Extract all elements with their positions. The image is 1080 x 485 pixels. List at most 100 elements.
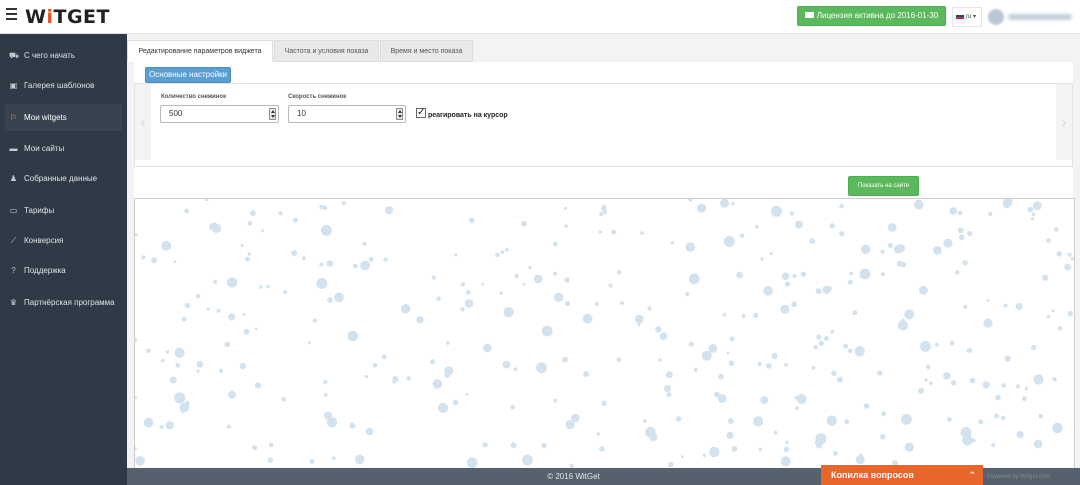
snowflake (599, 212, 604, 217)
sidebar-item-my-sites[interactable]: ▬ Мои сайты (5, 135, 122, 162)
snowflake (708, 344, 718, 353)
snowflake (693, 367, 698, 372)
snowflake (465, 289, 471, 295)
snowflake (880, 272, 885, 277)
snowflake (833, 450, 838, 456)
subtab-basic-settings[interactable]: Основные настройки (145, 67, 231, 83)
snowflake (736, 271, 744, 279)
snowflake (1027, 206, 1034, 213)
sidebar-item-start[interactable]: ⛟ С чего начать (5, 42, 122, 69)
snowflake (815, 288, 822, 295)
snowflake (720, 199, 730, 208)
user-menu[interactable] (988, 8, 1076, 26)
snowflake (794, 406, 799, 410)
snowflake (897, 320, 909, 331)
snowflake (829, 223, 835, 229)
snowflake (460, 282, 466, 287)
snowflake (564, 278, 569, 283)
snow-speed-input[interactable]: 10 (288, 105, 406, 123)
snow-count-input[interactable]: 500 (160, 105, 279, 123)
snowflake (784, 281, 791, 287)
chevron-up-icon[interactable]: ⌃ (968, 465, 976, 485)
snowflake (564, 206, 568, 210)
snowflake (349, 422, 356, 429)
snowflake (904, 442, 914, 452)
settings-panel: Основные настройки ‹ › Количество снежин… (134, 62, 1073, 202)
snowflake (368, 257, 374, 262)
snowflake (969, 377, 976, 384)
snowflake (553, 241, 558, 247)
snowflake (1024, 387, 1029, 391)
snowflake (503, 307, 514, 318)
snowflake (658, 358, 662, 362)
cursor-react-checkbox[interactable]: ✓ (416, 108, 426, 118)
stepper-icon[interactable] (396, 108, 403, 120)
snowflake (859, 268, 871, 280)
snowflake (307, 341, 311, 345)
snowflake (688, 341, 694, 347)
snowflake (135, 456, 145, 466)
tab-frequency[interactable]: Частота и условия показа (274, 40, 379, 62)
snowflake (341, 201, 346, 206)
snowflake (1032, 201, 1042, 211)
snowflake (1033, 374, 1044, 385)
snowflake (967, 230, 973, 237)
sidebar-item-partners[interactable]: ♛ Партнёрская программа (5, 289, 122, 316)
sidebar-item-label: Конверсия (24, 236, 64, 245)
main-content: Редактирование параметров виджета Частот… (127, 34, 1080, 469)
language-code: ru (966, 14, 972, 20)
sidebar-item-gallery[interactable]: ▣ Галерея шаблонов (5, 72, 122, 99)
snowflake (243, 328, 250, 335)
question-icon: ? (11, 266, 16, 275)
logo[interactable]: WiTGET (25, 6, 110, 28)
menu-toggle-icon[interactable] (6, 8, 18, 20)
snowflake (582, 313, 593, 324)
chevron-left-icon[interactable]: ‹ (135, 84, 151, 160)
snowflake (928, 381, 933, 385)
questions-widget[interactable]: Копилка вопросов ⌃ (821, 465, 983, 485)
snowflake (983, 318, 993, 328)
snowflake (495, 252, 500, 258)
sidebar-item-label: Галерея шаблонов (24, 81, 95, 90)
snowflake (247, 220, 253, 226)
sidebar-item-conversion[interactable]: ⟋ Конверсия (5, 227, 122, 254)
snowflake (934, 342, 939, 347)
snowflake (464, 299, 474, 308)
snowflake (319, 262, 324, 267)
snowflake (533, 274, 543, 284)
snowflake (430, 359, 436, 365)
tab-widget-params[interactable]: Редактирование параметров виджета (127, 40, 273, 62)
snowflake (432, 379, 443, 389)
snowflake (836, 376, 843, 383)
snowflake (159, 424, 164, 429)
sidebar-item-collected-data[interactable]: ♟ Собранные данные (5, 165, 122, 192)
snowflake (739, 233, 745, 238)
widget-preview (134, 198, 1075, 469)
snowflake (196, 293, 201, 299)
snowflake (1015, 302, 1023, 311)
sidebar-item-my-witgets[interactable]: ⚐ Мои witgets (5, 104, 122, 131)
snowflake (855, 455, 865, 465)
stepper-icon[interactable] (269, 108, 276, 120)
show-on-site-button[interactable]: Показать на сайте (848, 176, 919, 196)
sidebar-item-support[interactable]: ? Поддержка (5, 257, 122, 284)
sidebar-item-tariffs[interactable]: ▭ Тарифы (5, 197, 122, 224)
snowflake (334, 292, 344, 303)
snowflake (701, 350, 712, 361)
language-selector[interactable]: ru ▾ (952, 7, 982, 27)
snowflake (1016, 431, 1024, 439)
chevron-right-icon[interactable]: › (1056, 84, 1072, 160)
snowflake (291, 250, 298, 257)
snowflake (781, 272, 790, 281)
snowflake (611, 229, 617, 235)
license-button[interactable]: Лицензия активна до 2016-01-30 (797, 6, 946, 26)
snowflake (670, 241, 675, 245)
snowflake (919, 285, 928, 295)
snowflake (500, 250, 505, 254)
snowflake (438, 402, 449, 413)
snowflake (165, 350, 170, 354)
tab-time-place[interactable]: Время и место показа (380, 40, 473, 62)
snowflake (554, 292, 564, 302)
snowflake (728, 360, 735, 367)
snowflake (863, 403, 870, 409)
